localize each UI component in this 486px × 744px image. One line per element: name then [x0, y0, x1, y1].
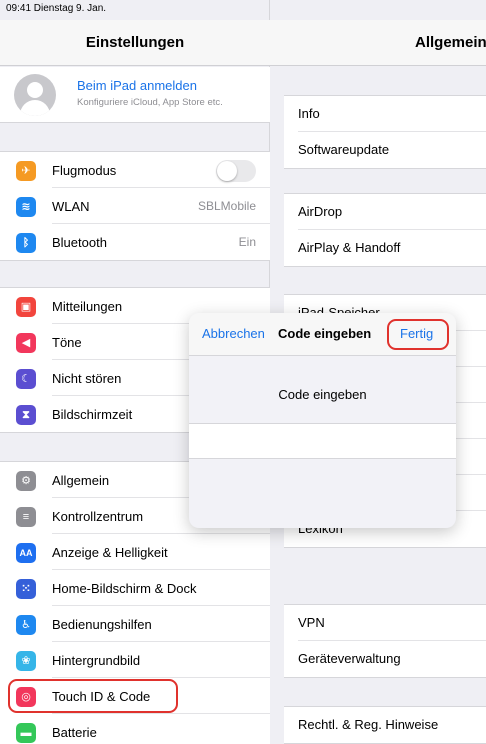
- sidebar-item-label: Home-Bildschirm & Dock: [52, 580, 197, 596]
- notifications-icon: ▣: [16, 297, 36, 317]
- popover-title: Code eingeben: [278, 326, 372, 341]
- sidebar-title: Einstellungen: [0, 20, 270, 66]
- sidebar-item-label: Töne: [52, 334, 82, 350]
- sidebar-item-wlan[interactable]: ≋ WLAN SBLMobile: [0, 188, 270, 224]
- sidebar-item-bluetooth[interactable]: ᛒ Bluetooth Ein: [0, 224, 270, 260]
- sidebar-item-home-bildschirm[interactable]: ⁙ Home-Bildschirm & Dock: [0, 570, 270, 606]
- sidebar-item-label: Flugmodus: [52, 162, 117, 178]
- sidebar-item-hintergrundbild[interactable]: ❀ Hintergrundbild: [0, 642, 270, 678]
- detail-item-rechtl-hinweise[interactable]: Rechtl. & Reg. Hinweise: [284, 707, 486, 743]
- bluetooth-value: Ein: [238, 235, 256, 249]
- sidebar-item-batterie[interactable]: ▬ Batterie: [0, 714, 270, 744]
- wallpaper-icon: ❀: [16, 651, 36, 671]
- sidebar-item-label: Hintergrundbild: [52, 652, 141, 668]
- detail-header: Allgemein: [270, 20, 486, 66]
- detail-group-legal: Rechtl. & Reg. Hinweise: [284, 706, 486, 744]
- profile-row[interactable]: Beim iPad anmelden Konfiguriere iCloud, …: [0, 67, 270, 123]
- status-time-date: 09:41 Dienstag 9. Jan.: [6, 3, 107, 14]
- wifi-icon: ≋: [16, 197, 36, 217]
- sidebar-item-label: WLAN: [52, 198, 90, 214]
- sidebar-item-flugmodus[interactable]: ✈ Flugmodus: [0, 152, 270, 188]
- touch-id-highlight: [8, 679, 178, 713]
- passcode-prompt: Code eingeben: [278, 387, 367, 402]
- gear-icon: ⚙: [16, 471, 36, 491]
- sidebar-item-label: Batterie: [52, 724, 97, 740]
- passcode-popover: Abbrechen Code eingeben Fertig Code eing…: [189, 313, 456, 528]
- battery-icon: ▬: [16, 723, 36, 743]
- detail-group-airdrop: AirDrop AirPlay & Handoff: [284, 193, 486, 267]
- detail-item-info[interactable]: Info: [284, 96, 486, 132]
- display-icon: AA: [16, 543, 36, 563]
- sidebar-item-label: Bildschirmzeit: [52, 406, 133, 422]
- done-highlight: [387, 319, 449, 350]
- bluetooth-icon: ᛒ: [16, 233, 36, 253]
- sounds-icon: ◀: [16, 333, 36, 353]
- cancel-button[interactable]: Abbrechen: [202, 326, 265, 341]
- moon-icon: ☾: [16, 369, 36, 389]
- profile-subtitle: Konfiguriere iCloud, App Store etc.: [77, 97, 223, 108]
- sidebar-item-label: Bedienungshilfen: [52, 616, 152, 632]
- sidebar-item-label: Anzeige & Helligkeit: [52, 544, 168, 560]
- sidebar-group-connectivity: ✈ Flugmodus ≋ WLAN SBLMobile ᛒ Bluetooth…: [0, 151, 270, 261]
- sidebar-item-label: Mitteilungen: [52, 298, 123, 314]
- sidebar-item-bedienungshilfen[interactable]: ♿ Bedienungshilfen: [0, 606, 270, 642]
- passcode-field[interactable]: [189, 423, 456, 459]
- detail-item-airdrop[interactable]: AirDrop: [284, 194, 486, 230]
- accessibility-icon: ♿: [16, 615, 36, 635]
- detail-title: Allgemein: [415, 34, 486, 51]
- home-screen-icon: ⁙: [16, 579, 36, 599]
- detail-item-geraeteverwaltung[interactable]: Geräteverwaltung: [284, 641, 486, 677]
- detail-group-vpn: VPN Geräteverwaltung: [284, 604, 486, 678]
- detail-item-vpn[interactable]: VPN: [284, 605, 486, 641]
- profile-title: Beim iPad anmelden: [77, 78, 197, 93]
- detail-item-airplay[interactable]: AirPlay & Handoff: [284, 230, 486, 266]
- sidebar-item-label: Allgemein: [52, 472, 110, 488]
- status-bar: 09:41 Dienstag 9. Jan.: [0, 0, 486, 20]
- detail-group-info: Info Softwareupdate: [284, 95, 486, 169]
- wlan-value: SBLMobile: [197, 199, 256, 213]
- avatar: [14, 74, 56, 116]
- sidebar-item-anzeige[interactable]: AA Anzeige & Helligkeit: [0, 534, 270, 570]
- hourglass-icon: ⧗: [16, 405, 36, 425]
- airplane-mode-toggle[interactable]: [216, 160, 256, 182]
- sidebar-item-label: Nicht stören: [52, 370, 122, 386]
- control-center-icon: ≡: [16, 507, 36, 527]
- popover-nav-bar: Abbrechen Code eingeben Fertig: [189, 313, 456, 356]
- sidebar-item-label: Bluetooth: [52, 234, 107, 250]
- airplane-icon: ✈: [16, 161, 36, 181]
- sidebar-item-label: Kontrollzentrum: [52, 508, 144, 524]
- detail-item-softwareupdate[interactable]: Softwareupdate: [284, 132, 486, 168]
